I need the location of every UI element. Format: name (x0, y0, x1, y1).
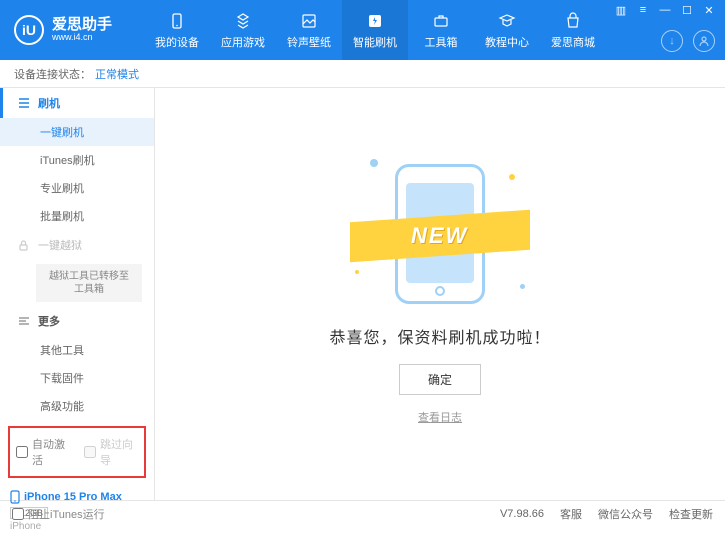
toolbox-icon (431, 11, 451, 31)
wallpaper-icon (299, 11, 319, 31)
logo-icon: iU (14, 15, 44, 45)
sidebar-section-more[interactable]: 更多 (0, 306, 154, 336)
nav-ringtone-wallpaper[interactable]: 铃声壁纸 (276, 0, 342, 60)
main-nav: 我的设备 应用游戏 铃声壁纸 智能刷机 工具箱 教程中心 爱思商城 (144, 0, 606, 60)
sidebar-item-onekey-flash[interactable]: 一键刷机 (0, 118, 154, 146)
nav-toolbox[interactable]: 工具箱 (408, 0, 474, 60)
skin-button[interactable]: ▥ (613, 4, 629, 17)
nav-my-device[interactable]: 我的设备 (144, 0, 210, 60)
success-illustration: NEW (340, 154, 540, 304)
section-title: 一键越狱 (38, 237, 82, 253)
ok-button[interactable]: 确定 (399, 364, 481, 395)
status-label: 设备连接状态： (14, 66, 91, 82)
footer-link-support[interactable]: 客服 (560, 506, 582, 522)
close-button[interactable]: ✕ (701, 4, 717, 17)
store-icon (563, 11, 583, 31)
options-highlight-box: 自动激活 跳过向导 (8, 426, 146, 478)
auto-activate-checkbox[interactable]: 自动激活 (16, 436, 70, 468)
nav-label: 爱思商城 (551, 34, 595, 50)
device-name-text: iPhone 15 Pro Max (24, 491, 122, 503)
download-icon[interactable]: ↓ (661, 30, 683, 52)
section-title: 刷机 (38, 95, 60, 111)
app-header: iU 爱思助手 www.i4.cn 我的设备 应用游戏 铃声壁纸 智能刷机 工具… (0, 0, 725, 60)
sidebar-section-flash[interactable]: 刷机 (0, 88, 154, 118)
sidebar-item-pro-flash[interactable]: 专业刷机 (0, 174, 154, 202)
lock-icon (18, 240, 32, 251)
checkbox-input[interactable] (16, 446, 28, 458)
sidebar-item-download-firmware[interactable]: 下载固件 (0, 364, 154, 392)
app-title: 爱思助手 (52, 17, 112, 32)
footer-link-update[interactable]: 检查更新 (669, 506, 713, 522)
nav-label: 我的设备 (155, 34, 199, 50)
version-text: V7.98.66 (500, 508, 544, 520)
checkbox-label: 自动激活 (32, 436, 70, 468)
sidebar-item-batch-flash[interactable]: 批量刷机 (0, 202, 154, 230)
more-icon (18, 315, 32, 327)
nav-apps-games[interactable]: 应用游戏 (210, 0, 276, 60)
nav-tutorial[interactable]: 教程中心 (474, 0, 540, 60)
user-icon[interactable] (693, 30, 715, 52)
status-bar: 设备连接状态： 正常模式 (0, 60, 725, 88)
checkbox-input[interactable] (12, 508, 24, 520)
ribbon-text: NEW (411, 223, 468, 249)
flash-icon (365, 11, 385, 31)
maximize-button[interactable]: ☐ (679, 4, 695, 17)
nav-store[interactable]: 爱思商城 (540, 0, 606, 60)
jailbreak-note: 越狱工具已转移至 工具箱 (36, 264, 142, 302)
block-itunes-checkbox[interactable]: 阻止iTunes运行 (12, 506, 105, 522)
tutorial-icon (497, 11, 517, 31)
footer-link-wechat[interactable]: 微信公众号 (598, 506, 653, 522)
device-name[interactable]: iPhone 15 Pro Max (10, 490, 144, 504)
checkbox-label: 跳过向导 (100, 436, 138, 468)
list-icon (18, 97, 32, 109)
sidebar-section-jailbreak: 一键越狱 (0, 230, 154, 260)
minimize-button[interactable]: — (657, 4, 673, 17)
apps-icon (233, 11, 253, 31)
phone-icon (10, 490, 20, 504)
checkbox-input (84, 446, 96, 458)
nav-label: 教程中心 (485, 34, 529, 50)
app-logo: iU 爱思助手 www.i4.cn (0, 15, 126, 45)
nav-label: 铃声壁纸 (287, 34, 331, 50)
window-controls: ▥ ≡ — ☐ ✕ (613, 4, 717, 17)
nav-label: 工具箱 (425, 34, 458, 50)
view-log-link[interactable]: 查看日志 (418, 409, 462, 425)
section-title: 更多 (38, 313, 60, 329)
sidebar-item-other-tools[interactable]: 其他工具 (0, 336, 154, 364)
nav-smart-flash[interactable]: 智能刷机 (342, 0, 408, 60)
new-ribbon: NEW (350, 209, 530, 262)
sidebar: 刷机 一键刷机 iTunes刷机 专业刷机 批量刷机 一键越狱 越狱工具已转移至… (0, 88, 155, 500)
status-value: 正常模式 (95, 66, 139, 82)
nav-label: 智能刷机 (353, 34, 397, 50)
menu-button[interactable]: ≡ (635, 4, 651, 17)
device-icon (167, 11, 187, 31)
app-url: www.i4.cn (52, 32, 112, 43)
checkbox-label: 阻止iTunes运行 (28, 506, 105, 522)
sidebar-item-advanced[interactable]: 高级功能 (0, 392, 154, 420)
sidebar-item-itunes-flash[interactable]: iTunes刷机 (0, 146, 154, 174)
skip-setup-checkbox[interactable]: 跳过向导 (84, 436, 138, 468)
nav-label: 应用游戏 (221, 34, 265, 50)
main-content: NEW 恭喜您，保资料刷机成功啦！ 确定 查看日志 (155, 88, 725, 500)
success-message: 恭喜您，保资料刷机成功啦！ (329, 324, 550, 348)
